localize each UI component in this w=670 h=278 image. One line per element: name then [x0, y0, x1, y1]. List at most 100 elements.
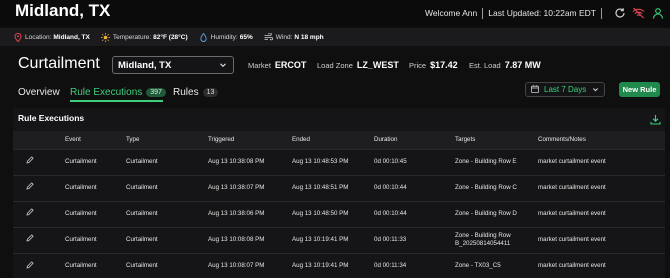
pencil-icon[interactable] [26, 156, 34, 166]
duration-cell: 0d 00:11:34 [374, 262, 407, 270]
sun-icon [100, 32, 110, 42]
welcome-text: Welcome Ann [424, 8, 478, 18]
notes-cell: market curtailment event [538, 209, 606, 217]
triggered-cell: Aug 13 10:38:06 PM [208, 209, 265, 217]
location-select-value: Midland, TX [118, 59, 172, 71]
chevron-down-icon [219, 61, 227, 72]
load-zone-label: Load Zone [317, 61, 353, 70]
location-pin-icon [13, 32, 22, 42]
droplet-icon [199, 32, 208, 42]
weather-location: Location: Midland, TX [13, 32, 90, 42]
duration-cell: 0d 00:10:44 [374, 183, 407, 191]
divider [482, 7, 484, 19]
edit-cell[interactable] [13, 201, 63, 227]
market-stat: Market ERCOT [248, 60, 306, 70]
tab-label: Rule Executions [70, 87, 143, 98]
location-select[interactable]: Midland, TX [112, 56, 234, 74]
table-row[interactable]: Curtailment Curtailment Aug 13 10:08:08 … [13, 227, 665, 253]
price-value: $17.42 [430, 60, 458, 70]
temperature-value: 82°F (28°C) [153, 33, 188, 41]
table-row[interactable]: Curtailment Curtailment Aug 13 10:38:06 … [13, 201, 665, 227]
edit-cell[interactable] [13, 175, 63, 201]
load-zone-stat: Load Zone LZ_WEST [317, 60, 399, 70]
duration-cell: 0d 00:11:33 [374, 235, 407, 243]
pencil-icon[interactable] [26, 208, 34, 218]
col-type[interactable]: Type [124, 131, 206, 149]
col-edit [13, 131, 63, 149]
targets-cell: Zone - Building Row B_20250814054411 [455, 231, 511, 247]
edit-cell[interactable] [13, 149, 63, 175]
event-cell: Curtailment [65, 209, 97, 217]
active-tab-indicator [70, 100, 163, 102]
market-value: ERCOT [274, 60, 307, 70]
price-label: Price [409, 61, 427, 70]
triggered-cell: Aug 13 10:08:08 PM [208, 235, 265, 243]
ended-cell: Aug 13 10:48:50 PM [292, 209, 349, 217]
type-cell: Curtailment [126, 235, 158, 243]
divider [601, 7, 602, 19]
triggered-cell: Aug 13 10:38:08 PM [208, 157, 265, 165]
location-value: Midland, TX [53, 33, 90, 41]
date-range-select[interactable]: Last 7 Days [525, 82, 605, 97]
col-duration[interactable]: Duration [372, 131, 453, 149]
targets-cell: Zone - Building Row E [455, 157, 517, 165]
event-cell: Curtailment [65, 183, 97, 191]
new-rule-button[interactable]: New Rule [619, 82, 660, 97]
triggered-cell: Aug 13 10:08:07 PM [208, 262, 265, 270]
notes-cell: market curtailment event [538, 183, 606, 191]
humidity-label: Humidity: [210, 33, 238, 41]
refresh-icon[interactable] [613, 7, 626, 20]
top-bar: Midland, TX Welcome Ann Last Updated: 10… [0, 0, 670, 27]
humidity-value: 65% [239, 33, 253, 41]
col-ended[interactable]: Ended [290, 131, 372, 149]
table-row[interactable]: Curtailment Curtailment Aug 13 10:38:07 … [13, 175, 665, 201]
topbar-right: Welcome Ann Last Updated: 10:22am EDT [425, 5, 664, 21]
type-cell: Curtailment [126, 262, 158, 270]
tab-rule-executions[interactable]: Rule Executions 397 [70, 87, 166, 98]
duration-cell: 0d 00:10:45 [374, 157, 407, 165]
user-icon[interactable] [651, 7, 664, 20]
event-cell: Curtailment [65, 235, 97, 243]
type-cell: Curtailment [126, 183, 158, 191]
event-cell: Curtailment [65, 157, 97, 165]
ended-cell: Aug 13 10:19:41 PM [292, 235, 349, 243]
table-header-row: Event Type Triggered Ended Duration Targ… [13, 131, 665, 149]
col-event[interactable]: Event [63, 131, 124, 149]
event-cell: Curtailment [65, 262, 97, 270]
pencil-icon[interactable] [26, 234, 34, 244]
count-badge: 397 [146, 88, 166, 97]
weather-bar: Location: Midland, TX Temperature: 82°F … [0, 28, 670, 46]
col-targets[interactable]: Targets [453, 131, 536, 149]
col-triggered[interactable]: Triggered [206, 131, 290, 149]
tab-overview[interactable]: Overview [18, 87, 60, 98]
executions-table: Event Type Triggered Ended Duration Targ… [13, 131, 665, 278]
rule-executions-panel: Rule Executions Event Type Triggered End… [13, 108, 665, 278]
edit-cell[interactable] [13, 253, 63, 278]
pencil-icon[interactable] [26, 260, 34, 271]
page-title: Curtailment [18, 55, 100, 72]
tab-label: Rules [173, 87, 199, 98]
table-row[interactable]: Curtailment Curtailment Aug 13 10:08:07 … [13, 253, 665, 278]
location-label: Location: [25, 33, 52, 41]
duration-cell: 0d 00:10:44 [374, 209, 407, 217]
targets-cell: Zone - Building Row C [455, 183, 517, 191]
col-notes[interactable]: Comments/Notes [536, 131, 665, 149]
weather-temperature: Temperature: 82°F (28°C) [100, 32, 188, 42]
est-load-stat: Est. Load 7.87 MW [469, 60, 541, 70]
targets-cell: Zone - TX03_C5 [455, 262, 501, 270]
wind-label: Wind: [275, 33, 293, 41]
count-badge: 13 [202, 88, 219, 97]
section-title: Rule Executions [18, 113, 85, 123]
pencil-icon[interactable] [26, 182, 34, 192]
wifi-off-icon[interactable] [632, 7, 645, 20]
table-row[interactable]: Curtailment Curtailment Aug 13 10:38:08 … [13, 149, 665, 175]
download-icon[interactable] [650, 112, 661, 130]
price-stat: Price $17.42 [409, 60, 458, 70]
edit-cell[interactable] [13, 227, 63, 253]
triggered-cell: Aug 13 10:38:07 PM [208, 183, 265, 191]
chevron-down-icon [592, 86, 599, 95]
notes-cell: market curtailment event [538, 235, 606, 243]
weather-humidity: Humidity: 65% [199, 32, 253, 42]
tab-rules[interactable]: Rules 13 [173, 87, 219, 98]
ended-cell: Aug 13 10:48:53 PM [292, 157, 349, 165]
